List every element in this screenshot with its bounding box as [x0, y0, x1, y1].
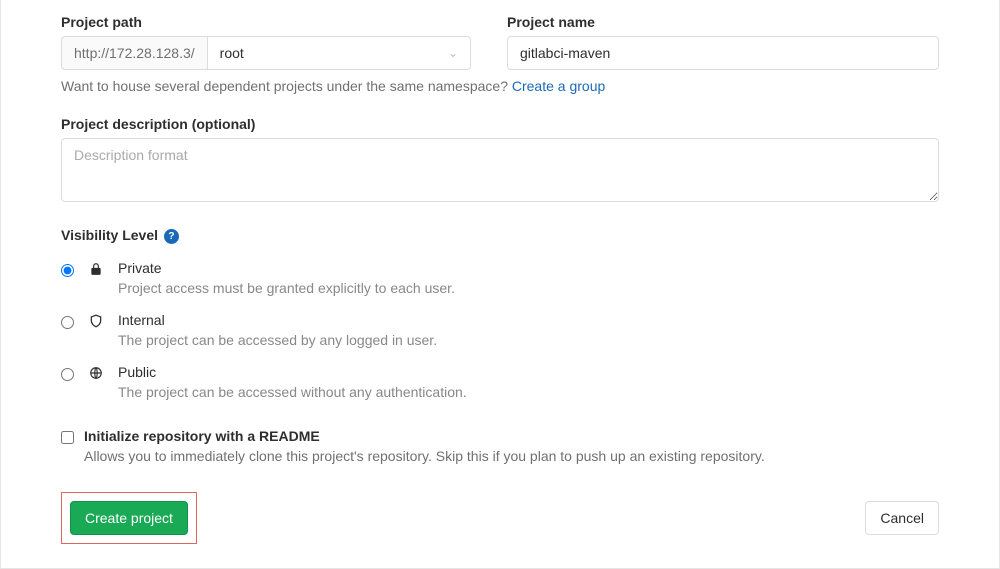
- namespace-selected: root: [220, 45, 244, 61]
- chevron-down-icon: ⌄: [448, 46, 458, 60]
- namespace-select[interactable]: root ⌄: [207, 36, 471, 70]
- visibility-private-radio[interactable]: [61, 264, 74, 277]
- description-label: Project description (optional): [61, 116, 939, 132]
- create-group-link[interactable]: Create a group: [512, 78, 605, 94]
- description-textarea[interactable]: [61, 138, 939, 202]
- cancel-button[interactable]: Cancel: [865, 501, 939, 535]
- visibility-public-label: Public: [118, 364, 467, 380]
- create-project-button[interactable]: Create project: [70, 501, 188, 535]
- visibility-title: Visibility Level: [61, 227, 158, 243]
- lock-icon: [88, 262, 104, 280]
- readme-desc: Allows you to immediately clone this pro…: [84, 448, 765, 464]
- globe-icon: [88, 366, 104, 384]
- initialize-readme-checkbox[interactable]: [61, 431, 74, 444]
- project-name-input[interactable]: [507, 36, 939, 70]
- visibility-internal-desc: The project can be accessed by any logge…: [118, 332, 437, 348]
- project-name-label: Project name: [507, 14, 939, 30]
- project-path-label: Project path: [61, 14, 471, 30]
- shield-icon: [88, 314, 104, 332]
- project-path-addon: http://172.28.128.3/: [61, 36, 207, 70]
- visibility-internal-label: Internal: [118, 312, 437, 328]
- visibility-internal-radio[interactable]: [61, 316, 74, 329]
- help-icon[interactable]: ?: [164, 229, 179, 244]
- visibility-public-desc: The project can be accessed without any …: [118, 384, 467, 400]
- visibility-private-desc: Project access must be granted explicitl…: [118, 280, 455, 296]
- visibility-public-radio[interactable]: [61, 368, 74, 381]
- readme-label: Initialize repository with a README: [84, 428, 765, 444]
- visibility-private-label: Private: [118, 260, 455, 276]
- namespace-hint-text: Want to house several dependent projects…: [61, 78, 512, 94]
